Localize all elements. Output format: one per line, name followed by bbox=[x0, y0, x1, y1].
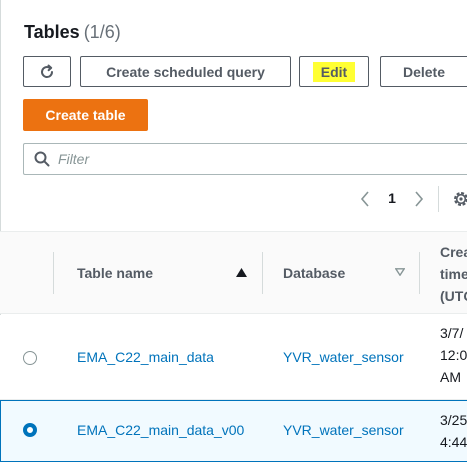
refresh-icon bbox=[41, 64, 54, 78]
previous-page-button[interactable] bbox=[356, 189, 374, 209]
table-row[interactable]: EMA_C22_main_data YVR_water_sensor 3/7/ … bbox=[0, 315, 467, 400]
delete-label: Delete bbox=[402, 63, 446, 80]
page-number-1[interactable]: 1 bbox=[384, 190, 400, 206]
edit-button[interactable]: Edit bbox=[299, 56, 369, 87]
filter-field[interactable] bbox=[23, 143, 467, 175]
pagination-divider bbox=[438, 186, 439, 212]
create-table-button[interactable]: Create table bbox=[23, 99, 148, 131]
filter-input[interactable] bbox=[58, 151, 438, 167]
create-scheduled-query-button[interactable]: Create scheduled query bbox=[80, 56, 291, 87]
table-name-link[interactable]: EMA_C22_main_data_v00 bbox=[77, 422, 244, 438]
table-name-link[interactable]: EMA_C22_main_data bbox=[77, 349, 214, 365]
row-select-radio[interactable] bbox=[23, 351, 37, 365]
chevron-right-icon bbox=[415, 191, 424, 207]
column-separator bbox=[419, 252, 420, 294]
edit-label: Edit bbox=[312, 61, 356, 82]
create-table-label: Create table bbox=[45, 107, 126, 123]
column-separator bbox=[53, 252, 54, 294]
sort-ascending-icon[interactable] bbox=[236, 268, 247, 277]
database-link[interactable]: YVR_water_sensor bbox=[283, 422, 404, 438]
search-icon bbox=[34, 151, 50, 167]
creation-time-cell: 3/7/ 12:0 AM bbox=[440, 325, 467, 385]
column-separator bbox=[262, 252, 263, 294]
tables-panel: Tables (1/6) Create scheduled query Edit … bbox=[0, 0, 467, 462]
gear-icon[interactable] bbox=[452, 190, 467, 208]
creation-time-cell: 3/25 4:44 bbox=[440, 412, 467, 450]
database-link[interactable]: YVR_water_sensor bbox=[283, 349, 404, 365]
table-header-row: Table name Database bbox=[0, 232, 467, 314]
table-row-selected[interactable]: EMA_C22_main_data_v00 YVR_water_sensor 3… bbox=[0, 400, 467, 462]
refresh-button[interactable] bbox=[23, 56, 71, 87]
column-header-database[interactable]: Database bbox=[283, 265, 345, 281]
selection-count: (1/6) bbox=[83, 22, 121, 42]
page-title-text: Tables bbox=[24, 22, 80, 42]
sort-descending-icon[interactable] bbox=[395, 268, 405, 276]
page-title: Tables (1/6) bbox=[24, 22, 121, 43]
chevron-left-icon bbox=[360, 191, 369, 207]
delete-button[interactable]: Delete bbox=[380, 56, 467, 87]
next-page-button[interactable] bbox=[410, 189, 428, 209]
create-scheduled-query-label: Create scheduled query bbox=[106, 63, 265, 80]
row-select-radio-checked[interactable] bbox=[23, 423, 37, 437]
column-header-creation-time[interactable]: Crea time (UTC bbox=[440, 241, 467, 307]
column-header-table-name[interactable]: Table name bbox=[77, 265, 153, 281]
